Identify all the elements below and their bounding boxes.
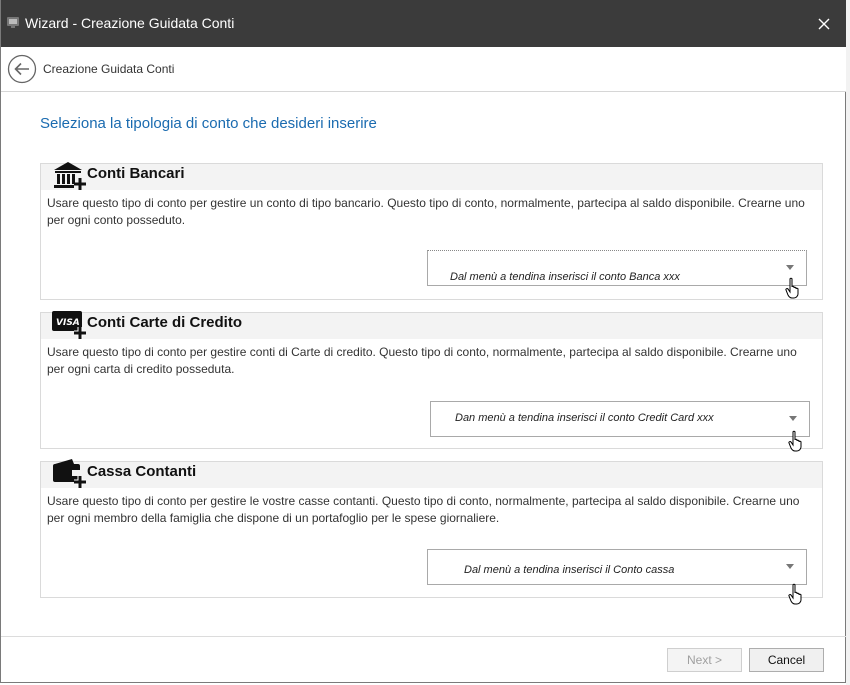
section-description: Usare questo tipo di conto per gestire l… <box>47 494 800 525</box>
back-button[interactable] <box>7 54 37 84</box>
footer-divider <box>1 636 847 637</box>
page-heading: Seleziona la tipologia di conto che desi… <box>40 115 377 132</box>
app-icon <box>7 17 19 28</box>
hand-cursor-icon <box>788 583 802 605</box>
bank-account-dropdown[interactable]: Dal menù a tendina inserisci il conto Ba… <box>427 250 807 286</box>
hand-cursor-icon <box>788 430 802 452</box>
visa-card-add-icon: VISA <box>52 311 86 339</box>
wizard-window: Wizard - Creazione Guidata Conti Creazio… <box>0 0 847 683</box>
dropdown-placeholder: Dan menù a tendina inserisci il conto Cr… <box>455 412 714 424</box>
section-credit-cards: VISA Conti Carte di Credito Usare questo… <box>40 311 823 452</box>
cash-account-dropdown[interactable]: Dal menù a tendina inserisci il Conto ca… <box>427 549 807 585</box>
title-bar: Wizard - Creazione Guidata Conti <box>1 0 847 47</box>
section-title: Conti Bancari <box>87 165 185 182</box>
dropdown-placeholder: Dal menù a tendina inserisci il conto Ba… <box>450 271 680 283</box>
credit-card-dropdown[interactable]: Dan menù a tendina inserisci il conto Cr… <box>430 401 810 437</box>
nav-title: Creazione Guidata Conti <box>43 62 175 76</box>
section-cash: Cassa Contanti Usare questo tipo di cont… <box>40 459 823 605</box>
section-bank-accounts: Conti Bancari Usare questo tipo di conto… <box>40 162 823 300</box>
close-button[interactable] <box>801 0 847 47</box>
section-description: Usare questo tipo di conto per gestire c… <box>47 345 797 376</box>
hand-cursor-icon <box>785 277 799 299</box>
chevron-down-icon <box>786 564 794 569</box>
chevron-down-icon <box>789 416 797 421</box>
bank-add-icon <box>54 162 86 190</box>
window-title: Wizard - Creazione Guidata Conti <box>25 15 235 31</box>
section-description: Usare questo tipo di conto per gestire u… <box>47 196 805 227</box>
next-button[interactable]: Next > <box>667 648 742 672</box>
svg-text:VISA: VISA <box>56 318 80 328</box>
cancel-button[interactable]: Cancel <box>749 648 824 672</box>
close-icon <box>818 18 830 29</box>
nav-bar: Creazione Guidata Conti <box>1 47 847 92</box>
wallet-add-icon <box>53 459 86 488</box>
section-title: Conti Carte di Credito <box>87 314 243 331</box>
dropdown-placeholder: Dal menù a tendina inserisci il Conto ca… <box>464 564 675 576</box>
background-edge <box>846 0 850 685</box>
section-title: Cassa Contanti <box>87 463 197 480</box>
chevron-down-icon <box>786 265 794 270</box>
